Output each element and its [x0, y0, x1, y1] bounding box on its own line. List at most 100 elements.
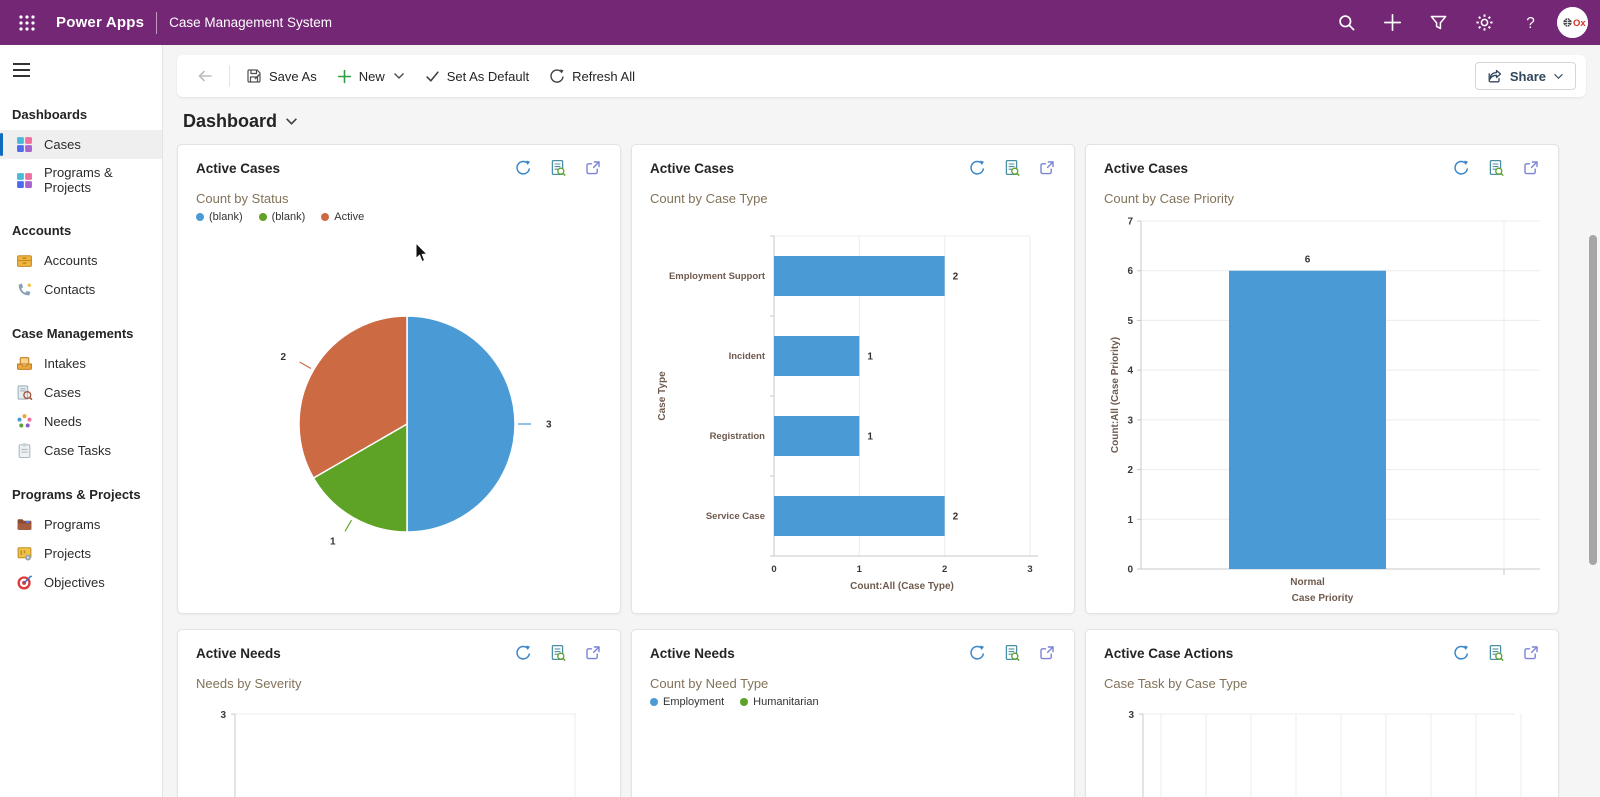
refresh-icon[interactable] [1452, 159, 1470, 177]
chart-canvas: 3 [1104, 700, 1542, 797]
refresh-icon[interactable] [514, 159, 532, 177]
legend-dot [740, 698, 748, 706]
card-title: Active Cases [650, 161, 734, 176]
refresh-icon[interactable] [968, 644, 986, 662]
dashboard-card: Active NeedsCount by Need TypeEmployment… [631, 629, 1075, 797]
svg-text:0: 0 [1127, 565, 1133, 576]
view-records-icon[interactable] [549, 159, 567, 177]
svg-text:3: 3 [546, 420, 552, 431]
svg-text:1: 1 [867, 432, 873, 443]
card-title: Active Cases [196, 161, 280, 176]
refresh-all-button[interactable]: Refresh All [539, 62, 645, 90]
nav-section: Case ManagementsIntakesCasesNeedsCase Ta… [0, 318, 162, 465]
scrollbar-thumb[interactable] [1589, 235, 1597, 565]
sidebar-item-label: Cases [44, 137, 81, 152]
card-title: Active Needs [650, 646, 735, 661]
sidebar-item-programs[interactable]: Programs [0, 510, 162, 539]
sidebar-item-accounts[interactable]: Accounts [0, 246, 162, 275]
sidebar-nav: DashboardsCasesPrograms & ProjectsAccoun… [0, 99, 162, 597]
chart-legend: EmploymentHumanitarian [650, 696, 1056, 708]
app-title[interactable]: Case Management System [169, 15, 332, 30]
settings-gear-icon[interactable] [1465, 4, 1503, 42]
dashboard-card: Active CasesCount by Case Type01232Emplo… [631, 144, 1075, 614]
chart-canvas: 012345676NormalCase PriorityCount:All (C… [1104, 215, 1542, 611]
collapse-sitemap-icon[interactable] [8, 55, 42, 85]
svg-text:?: ? [1526, 15, 1535, 32]
view-records-icon[interactable] [549, 644, 567, 662]
card-title: Active Cases [1104, 161, 1188, 176]
back-button[interactable] [187, 62, 223, 90]
sidebar-item-objectives[interactable]: Objectives [0, 568, 162, 597]
product-name[interactable]: Power Apps [56, 14, 144, 31]
svg-text:Incident: Incident [729, 351, 766, 362]
back-arrow-icon [197, 68, 213, 84]
chart-canvas: 01232Employment Support1Incident1Registr… [650, 215, 1058, 607]
search-icon[interactable] [1327, 4, 1365, 42]
refresh-icon[interactable] [1452, 644, 1470, 662]
svg-text:1: 1 [857, 564, 863, 575]
app-top-bar: Power Apps Case Management System [0, 0, 1600, 45]
expand-icon[interactable] [584, 644, 602, 662]
chart-subtitle: Needs by Severity [196, 676, 602, 691]
save-as-label: Save As [269, 69, 317, 84]
svg-text:Service Case: Service Case [706, 511, 765, 522]
add-icon[interactable] [1373, 4, 1411, 42]
card-title: Active Case Actions [1104, 646, 1233, 661]
sidebar-item-programs-projects[interactable]: Programs & Projects [0, 159, 162, 201]
dashboard-selector[interactable]: Dashboard [183, 111, 1600, 132]
account-drawer-icon [16, 252, 33, 269]
svg-text:Ox: Ox [1573, 18, 1586, 29]
refresh-icon[interactable] [514, 644, 532, 662]
nav-section: DashboardsCasesPrograms & Projects [0, 99, 162, 201]
view-records-icon[interactable] [1487, 644, 1505, 662]
sidebar-item-label: Programs [44, 517, 100, 532]
help-icon[interactable]: ? [1511, 4, 1549, 42]
sidebar-item-case-tasks[interactable]: Case Tasks [0, 436, 162, 465]
waffle-menu-icon[interactable] [10, 6, 44, 40]
expand-icon[interactable] [1522, 159, 1540, 177]
sidebar-item-label: Objectives [44, 575, 105, 590]
folder-icon [16, 516, 33, 533]
account-avatar[interactable]: Ox [1557, 7, 1588, 38]
intake-tray-icon [16, 355, 33, 372]
view-records-icon[interactable] [1003, 159, 1021, 177]
checkmark-icon [425, 69, 440, 84]
new-dropdown-chevron[interactable] [389, 66, 415, 86]
sidebar-item-cases[interactable]: Cases [0, 378, 162, 407]
set-as-default-label: Set As Default [447, 69, 529, 84]
legend-item: Employment [650, 696, 724, 708]
save-as-button[interactable]: Save As [236, 62, 327, 90]
expand-icon[interactable] [1522, 644, 1540, 662]
expand-icon[interactable] [584, 159, 602, 177]
expand-icon[interactable] [1038, 159, 1056, 177]
chevron-down-icon [393, 72, 405, 80]
svg-text:7: 7 [1127, 217, 1133, 228]
svg-text:2: 2 [953, 512, 959, 523]
expand-icon[interactable] [1038, 644, 1056, 662]
new-button[interactable]: New [327, 63, 395, 90]
sidebar-item-needs[interactable]: Needs [0, 407, 162, 436]
svg-text:2: 2 [942, 564, 947, 575]
svg-text:Case Type: Case Type [657, 371, 668, 421]
svg-text:4: 4 [1127, 366, 1133, 377]
sidebar-item-cases[interactable]: Cases [0, 130, 162, 159]
view-records-icon[interactable] [1003, 644, 1021, 662]
page-title: Dashboard [183, 111, 277, 132]
set-as-default-button[interactable]: Set As Default [415, 63, 539, 90]
filter-icon[interactable] [1419, 4, 1457, 42]
sidebar-item-label: Cases [44, 385, 81, 400]
sidebar-item-intakes[interactable]: Intakes [0, 349, 162, 378]
view-records-icon[interactable] [1487, 159, 1505, 177]
legend-item: Active [321, 211, 364, 223]
sidebar-item-contacts[interactable]: Contacts [0, 275, 162, 304]
svg-text:Case Priority: Case Priority [1292, 593, 1354, 604]
svg-text:3: 3 [220, 710, 226, 721]
svg-text:2: 2 [281, 352, 287, 363]
scrollbar-track[interactable] [1589, 95, 1599, 793]
refresh-icon[interactable] [968, 159, 986, 177]
sidebar-item-projects[interactable]: Projects [0, 539, 162, 568]
svg-text:3: 3 [1127, 415, 1133, 426]
target-icon [16, 574, 33, 591]
dashboard-grid-icon [16, 136, 33, 153]
share-button[interactable]: Share [1475, 62, 1576, 90]
